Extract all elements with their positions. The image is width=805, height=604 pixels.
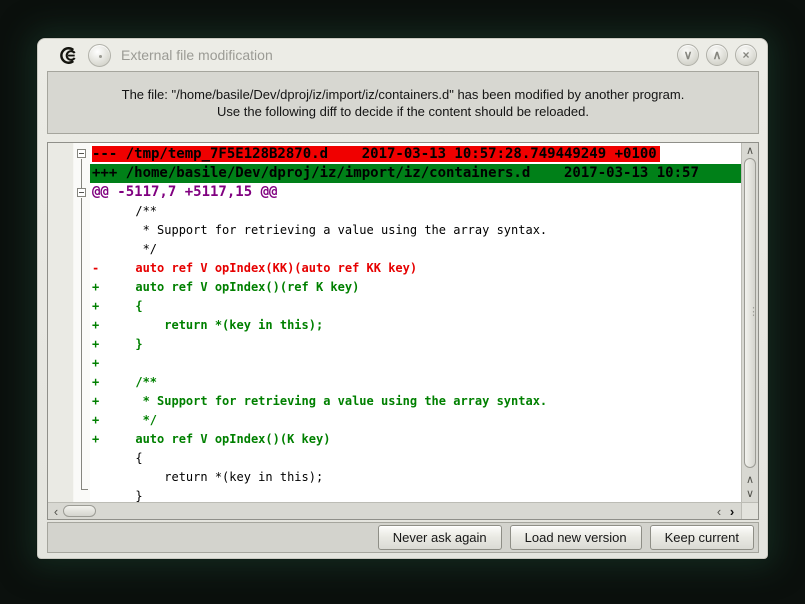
scroll-right-icon[interactable]: › [725,503,739,519]
diff-line: /** [90,202,741,221]
scrollbar-corner [741,502,758,519]
diff-text-area[interactable]: --- /tmp/temp_7F5E128B2870.d 2017-03-13 … [90,143,741,502]
fold-toggle-icon[interactable] [77,149,86,158]
diff-line: + } [90,335,741,354]
diff-line: { [90,449,741,468]
maximize-button[interactable]: ∧ [706,44,728,66]
message-line-2: Use the following diff to decide if the … [217,103,589,120]
diff-line: return *(key in this); [90,468,741,487]
close-button[interactable]: × [735,44,757,66]
never-ask-again-button[interactable]: Never ask again [378,525,502,550]
diff-line: * Support for retrieving a value using t… [90,221,741,240]
diff-line: @@ -5117,7 +5117,15 @@ [90,183,741,202]
horizontal-scrollbar-thumb[interactable] [63,505,96,517]
window-controls: ∨ ∧ × [677,44,757,66]
chevron-down-icon: ∨ [684,49,693,61]
scroll-left-icon[interactable]: ‹ [712,503,726,519]
diff-line: + auto ref V opIndex()(ref K key) [90,278,741,297]
load-new-version-button[interactable]: Load new version [510,525,642,550]
diff-viewer: --- /tmp/temp_7F5E128B2870.d 2017-03-13 … [47,142,759,520]
fold-end-tick [81,489,88,490]
vertical-scrollbar-thumb[interactable] [744,158,756,468]
message-panel: The file: "/home/basile/Dev/dproj/iz/imp… [47,71,759,134]
fold-toggle-icon[interactable] [77,188,86,197]
scroll-up-icon[interactable]: ∧ [742,473,758,487]
button-panel: Never ask again Load new version Keep cu… [47,522,759,553]
diff-line: --- /tmp/temp_7F5E128B2870.d 2017-03-13 … [90,145,741,164]
diff-line: + [90,354,741,373]
window-menu-button[interactable] [88,44,111,67]
diff-line: + return *(key in this); [90,316,741,335]
diff-line: + * Support for retrieving a value using… [90,392,741,411]
message-line-1: The file: "/home/basile/Dev/dproj/iz/imp… [122,86,685,103]
diff-line: */ [90,240,741,259]
diff-line: - auto ref V opIndex(KK)(auto ref KK key… [90,259,741,278]
fold-connector [81,159,82,188]
keep-current-button[interactable]: Keep current [650,525,754,550]
scroll-down-icon[interactable]: ∨ [742,487,758,501]
fold-connector [81,198,82,489]
diff-line: +++ /home/basile/Dev/dproj/iz/import/iz/… [90,164,741,183]
chevron-up-icon: ∧ [713,49,722,61]
diff-line: + */ [90,411,741,430]
fold-margin [74,143,90,502]
diff-line: + auto ref V opIndex()(K key) [90,430,741,449]
diff-line: } [90,487,741,502]
dialog-window: External file modification ∨ ∧ × The fil… [37,38,768,559]
scroll-left-icon[interactable]: ‹ [49,503,63,519]
diff-line: + /** [90,373,741,392]
app-logo-icon [59,46,78,65]
diff-line: + { [90,297,741,316]
window-title: External file modification [121,47,667,63]
scroll-up-icon[interactable]: ∧ [742,144,758,158]
editor-margin [48,143,74,502]
minimize-button[interactable]: ∨ [677,44,699,66]
close-icon: × [742,49,749,61]
vertical-scrollbar[interactable]: ∧ ∧ ∨ [741,143,758,502]
horizontal-scrollbar[interactable]: ‹ ‹ › [48,502,741,519]
titlebar[interactable]: External file modification ∨ ∧ × [38,39,767,71]
